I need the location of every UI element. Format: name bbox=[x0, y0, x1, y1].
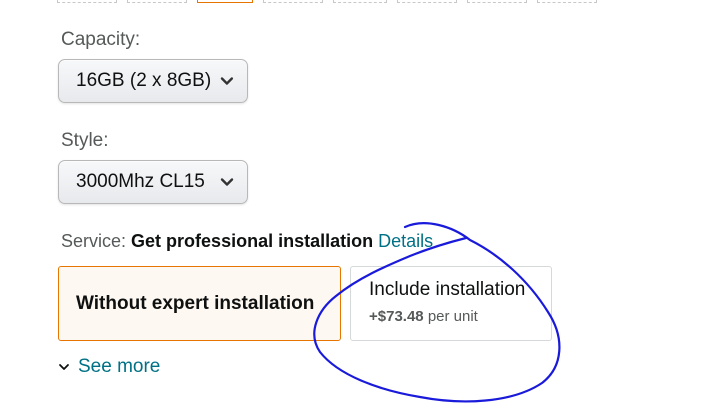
swatch[interactable] bbox=[333, 0, 387, 3]
chevron-down-icon bbox=[220, 178, 234, 186]
product-options-panel: Capacity: 16GB (2 x 8GB) Style: 3000Mhz … bbox=[0, 0, 715, 404]
swatch[interactable] bbox=[467, 0, 527, 3]
capacity-selected-value: 16GB (2 x 8GB) bbox=[76, 70, 212, 91]
option-without-installation[interactable]: Without expert installation bbox=[58, 266, 341, 341]
capacity-dropdown[interactable]: 16GB (2 x 8GB) bbox=[58, 59, 248, 103]
see-more-link[interactable]: See more bbox=[58, 356, 160, 378]
option-include-per-unit: per unit bbox=[427, 308, 478, 325]
style-label: Style: bbox=[61, 130, 109, 151]
option-include-price-row: +$73.48 per unit bbox=[369, 308, 551, 325]
see-more-label: See more bbox=[78, 356, 161, 377]
details-link[interactable]: Details bbox=[378, 231, 433, 251]
option-include-installation[interactable]: Include installation +$73.48 per unit bbox=[350, 266, 552, 341]
swatch[interactable] bbox=[397, 0, 457, 3]
service-line: Service: Get professional installation D… bbox=[61, 231, 433, 252]
swatch[interactable] bbox=[537, 0, 597, 3]
option-without-title: Without expert installation bbox=[76, 292, 315, 314]
swatch[interactable] bbox=[127, 0, 187, 3]
service-label: Service: bbox=[61, 231, 127, 251]
option-include-title: Include installation bbox=[369, 279, 526, 300]
swatch[interactable] bbox=[263, 0, 323, 3]
style-dropdown[interactable]: 3000Mhz CL15 bbox=[58, 160, 248, 204]
chevron-down-icon bbox=[220, 77, 234, 85]
service-value: Get professional installation bbox=[131, 231, 374, 251]
cropped-swatch-row bbox=[57, 0, 597, 4]
capacity-label: Capacity: bbox=[61, 29, 141, 50]
style-selected-value: 3000Mhz CL15 bbox=[76, 171, 205, 192]
chevron-down-icon bbox=[59, 364, 69, 370]
swatch-selected[interactable] bbox=[197, 0, 253, 3]
swatch[interactable] bbox=[57, 0, 117, 3]
option-include-price: +$73.48 bbox=[369, 308, 424, 325]
